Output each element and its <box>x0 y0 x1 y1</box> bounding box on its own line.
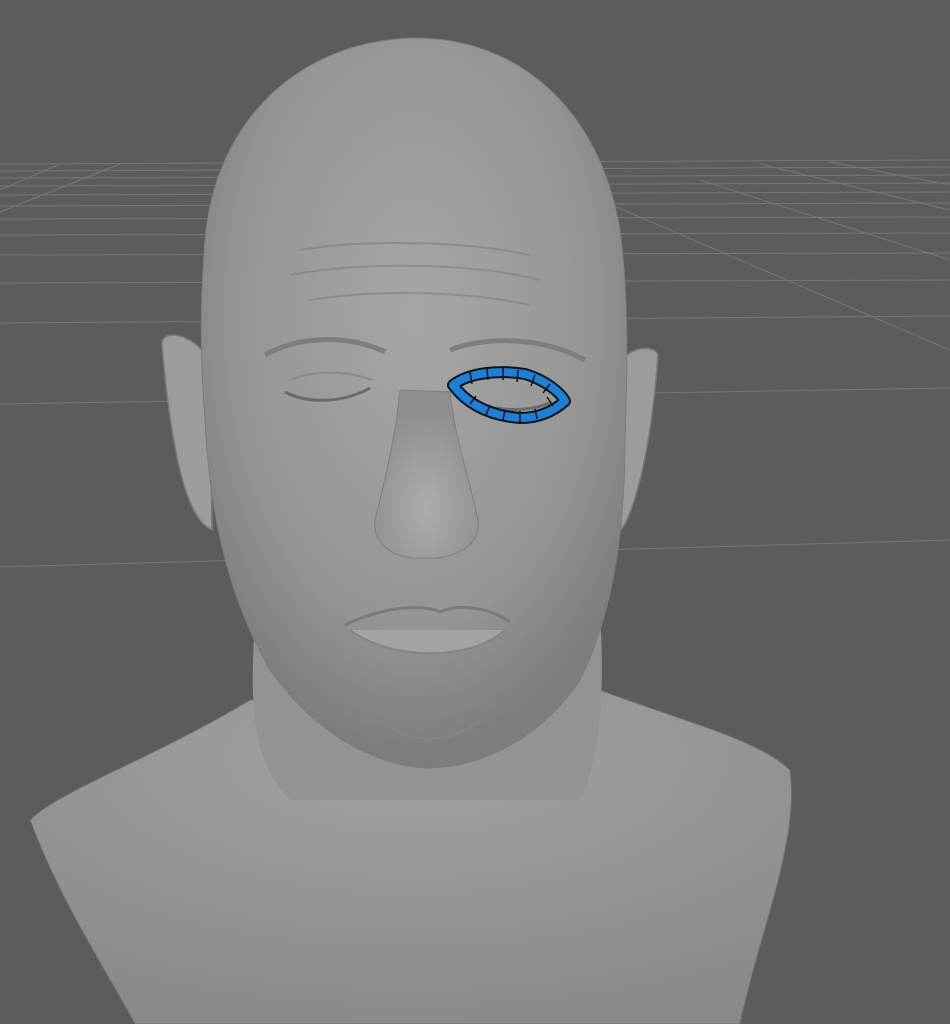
viewport-canvas[interactable] <box>0 0 950 1024</box>
3d-viewport[interactable] <box>0 0 950 1024</box>
